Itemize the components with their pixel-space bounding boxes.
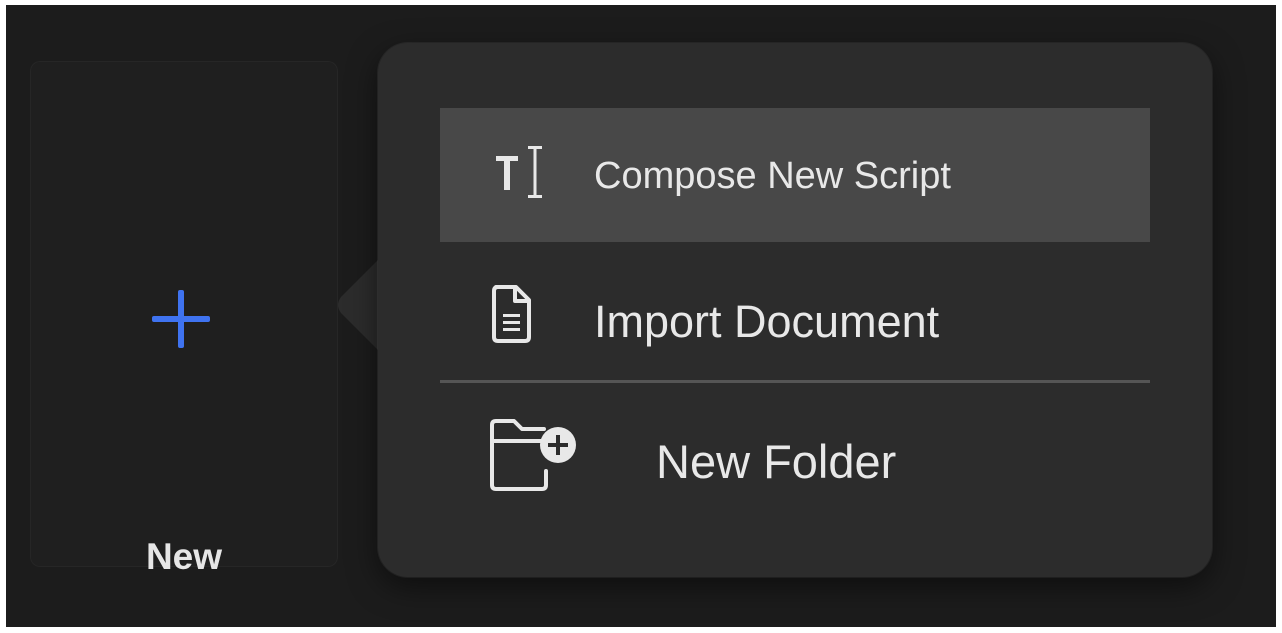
menu-separator xyxy=(440,380,1150,383)
new-button-label: New xyxy=(145,536,223,577)
new-button[interactable]: New xyxy=(30,61,338,577)
plus-icon xyxy=(152,290,210,348)
menu-item-import-document[interactable]: Import Document xyxy=(440,248,1150,382)
menu-item-label: Import Document xyxy=(594,296,940,347)
folder-add-icon xyxy=(490,419,576,491)
new-item-popover-menu: Compose New Script Import Document New F… xyxy=(378,43,1212,577)
menu-item-new-folder[interactable]: New Folder xyxy=(440,389,1150,523)
menu-item-label: Compose New Script xyxy=(594,155,951,197)
menu-item-label: New Folder xyxy=(656,435,897,488)
menu-item-compose-new-script[interactable]: Compose New Script xyxy=(440,108,1150,242)
app-window: New Compose New Script Import Document N… xyxy=(6,5,1276,627)
text-cursor-icon xyxy=(496,146,542,198)
document-icon xyxy=(492,285,531,343)
